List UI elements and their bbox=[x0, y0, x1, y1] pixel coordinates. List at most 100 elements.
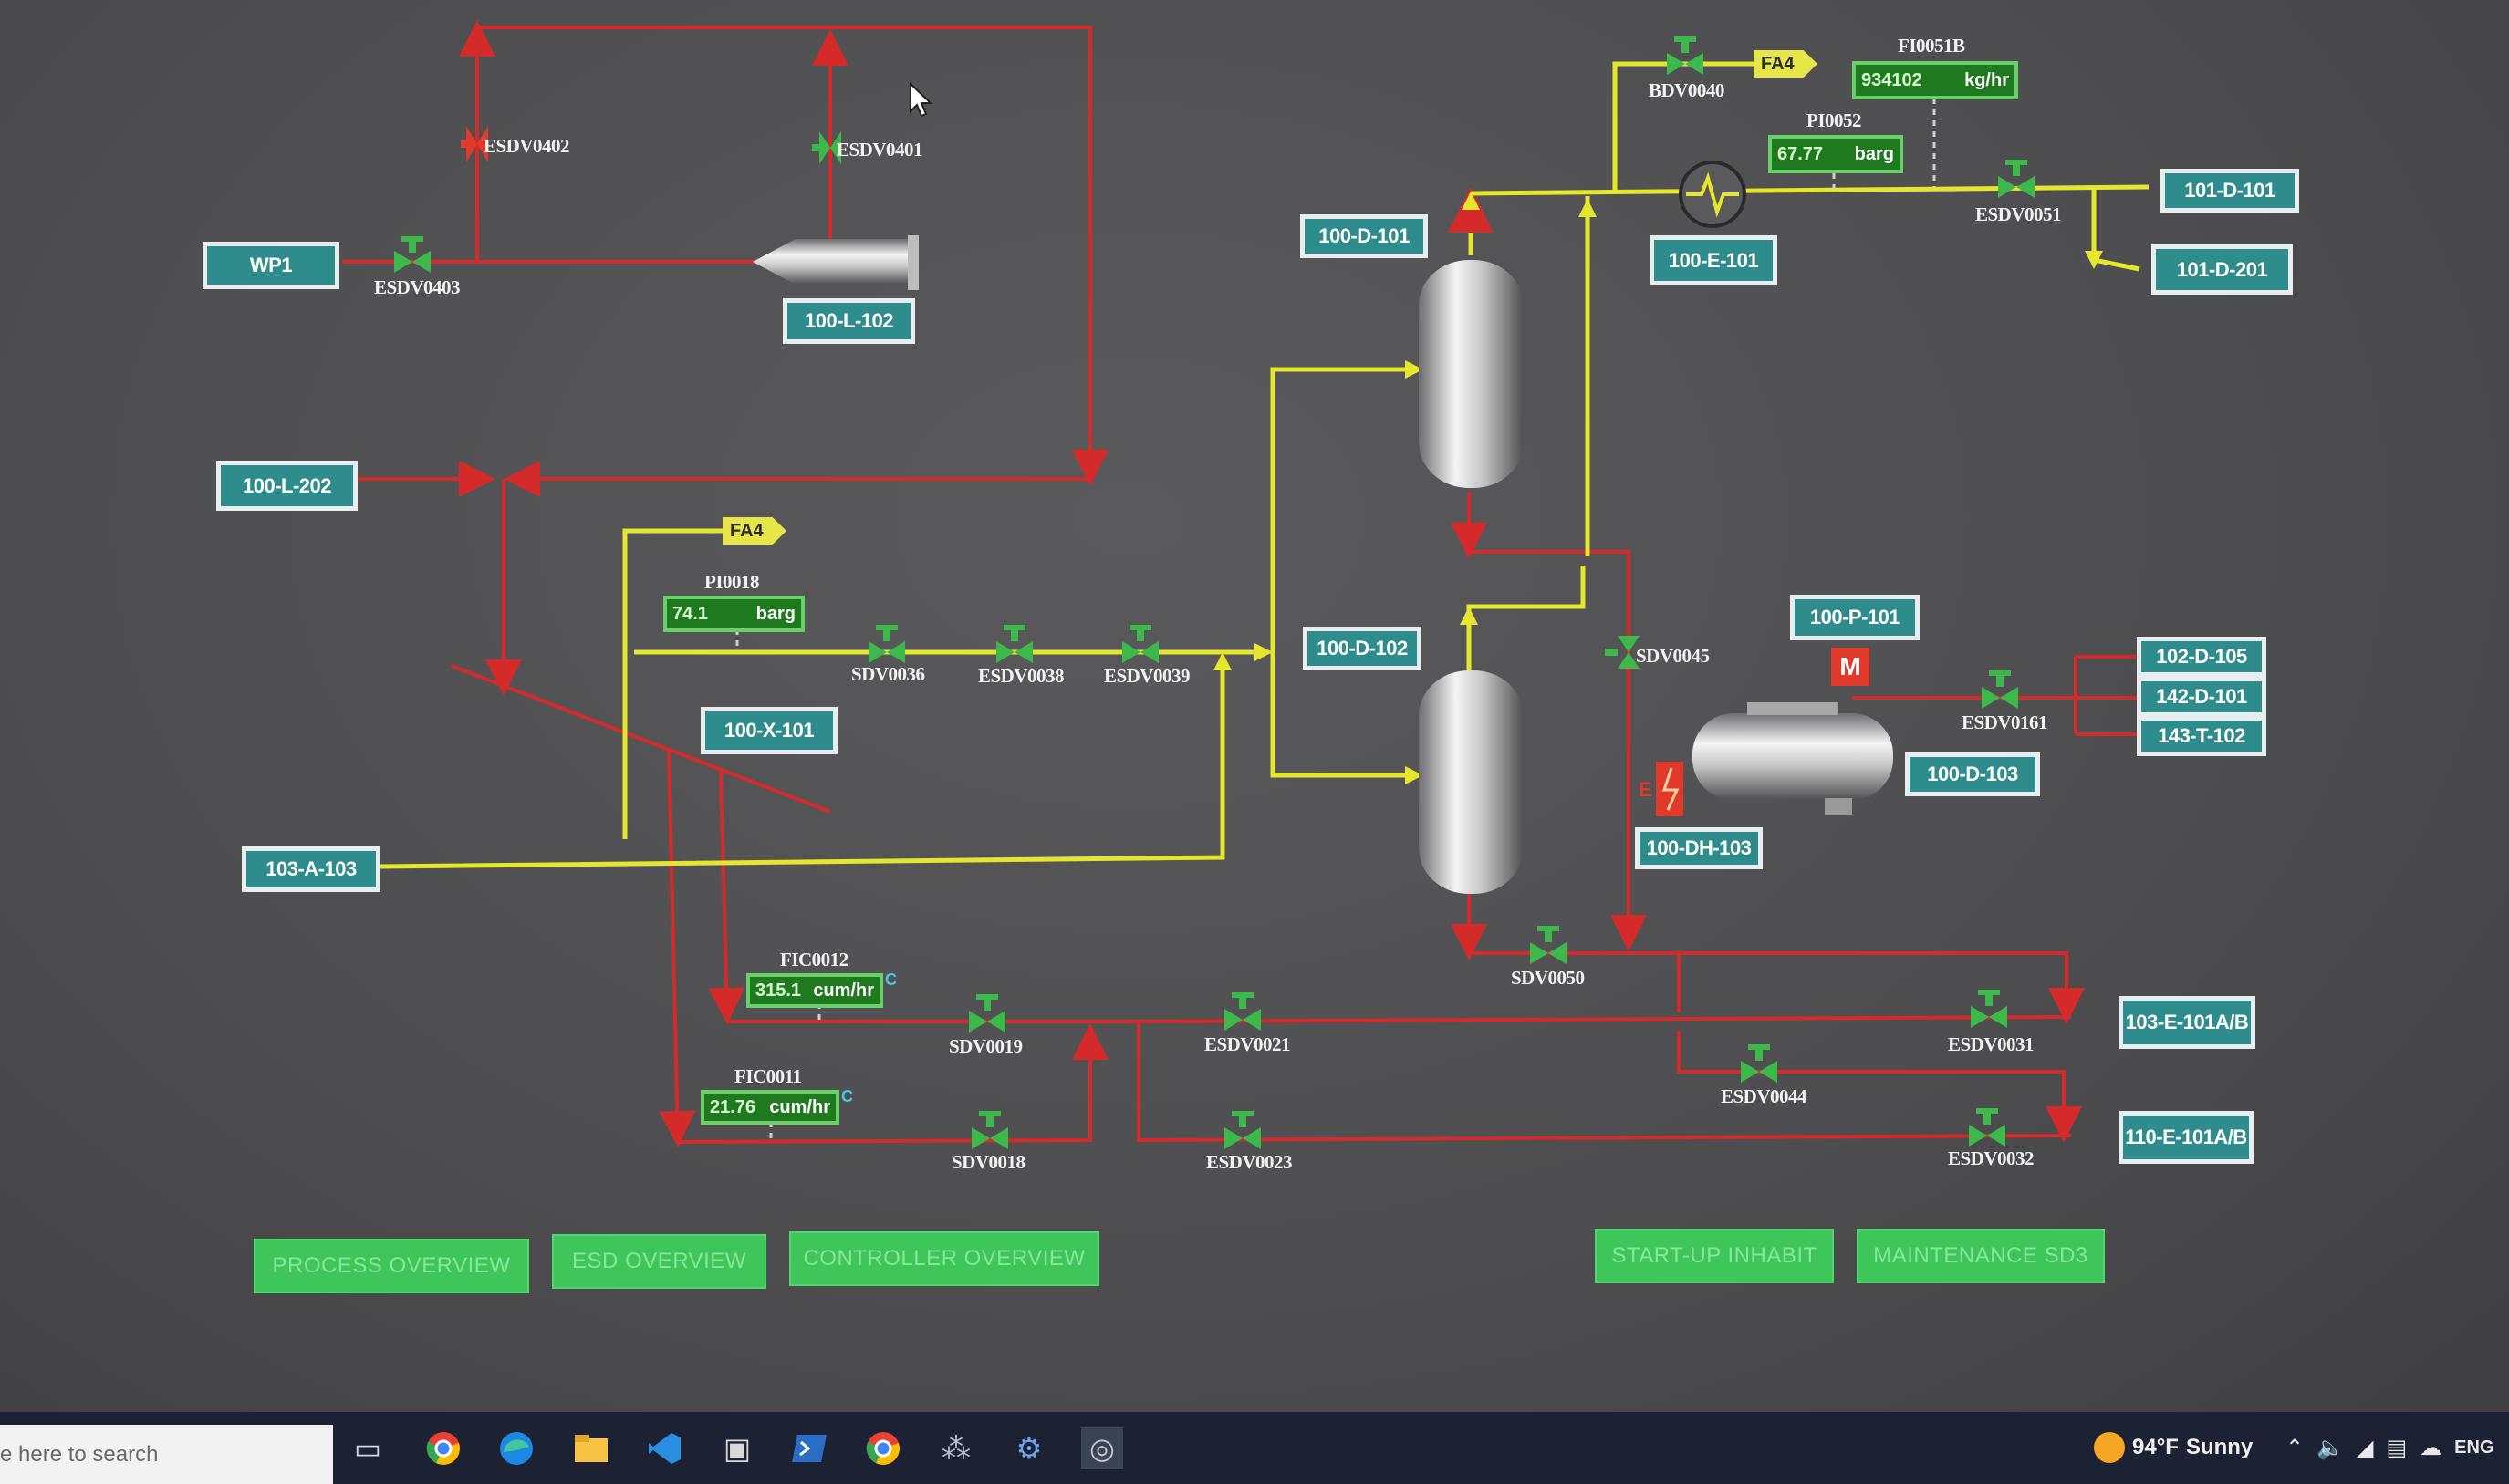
label-esdv0031: ESDV0031 bbox=[1948, 1033, 2035, 1055]
vscode-icon[interactable] bbox=[643, 1427, 685, 1469]
valve-sdv0019-icon[interactable] bbox=[969, 994, 1005, 1033]
tag-100-d-101[interactable]: 100-D-101 bbox=[1300, 214, 1428, 258]
label-esdv0161: ESDV0161 bbox=[1962, 711, 2048, 733]
value-fic0012: 315.1 bbox=[755, 980, 802, 1001]
system-tray: ⌃ 🔈 ◢ ▤ ☁ ENG bbox=[2285, 1427, 2494, 1468]
label-esdv0039: ESDV0039 bbox=[1104, 665, 1191, 687]
tag-100-l-102[interactable]: 100-L-102 bbox=[783, 298, 915, 344]
valve-esdv0032-icon[interactable] bbox=[1969, 1108, 2005, 1147]
app-icon[interactable]: ⁂ bbox=[935, 1427, 977, 1469]
edge-icon[interactable] bbox=[495, 1427, 537, 1469]
tag-wp1[interactable]: WP1 bbox=[203, 242, 339, 289]
meter-fic0011[interactable]: 21.76 cum/hr bbox=[701, 1090, 839, 1125]
nav-esd-overview-button[interactable]: ESD OVERVIEW bbox=[552, 1234, 766, 1289]
display-icon[interactable]: ▤ bbox=[2386, 1435, 2407, 1460]
chrome-icon[interactable] bbox=[422, 1427, 464, 1469]
tag-101-d-201[interactable]: 101-D-201 bbox=[2151, 244, 2293, 295]
tag-100-l-202[interactable]: 100-L-202 bbox=[216, 461, 358, 511]
valve-esdv0044-icon[interactable] bbox=[1741, 1044, 1777, 1083]
motor-icon[interactable]: M bbox=[1831, 648, 1869, 686]
weather-widget[interactable]: 94°F Sunny bbox=[2094, 1427, 2253, 1468]
label-pi0052: PI0052 bbox=[1806, 109, 1862, 131]
tag-101-d-101[interactable]: 101-D-101 bbox=[2160, 169, 2299, 213]
label-esdv0403: ESDV0403 bbox=[374, 276, 461, 298]
file-explorer-icon[interactable] bbox=[570, 1427, 612, 1469]
heater-icon[interactable] bbox=[1656, 762, 1683, 816]
taskbar-search-input[interactable]: e here to search bbox=[0, 1425, 333, 1484]
valve-esdv0031-icon[interactable] bbox=[1971, 990, 2007, 1028]
unit-fic0011: cum/hr bbox=[769, 1096, 830, 1117]
tag-100-d-102[interactable]: 100-D-102 bbox=[1303, 627, 1421, 670]
tag-100-x-101[interactable]: 100-X-101 bbox=[701, 707, 838, 754]
label-fi0051b: FI0051B bbox=[1898, 35, 1965, 57]
cloud-icon[interactable]: ☁ bbox=[2420, 1435, 2441, 1460]
tag-100-e-101[interactable]: 100-E-101 bbox=[1650, 235, 1777, 285]
nav-controller-overview-button[interactable]: CONTROLLER OVERVIEW bbox=[789, 1231, 1099, 1286]
network-icon[interactable]: ◢ bbox=[2357, 1435, 2373, 1460]
vessel-100-d-102[interactable] bbox=[1419, 670, 1524, 894]
unit-fic0012: cum/hr bbox=[813, 980, 874, 1001]
hmi-screen: WP1 100-L-102 100-L-202 100-X-101 103-A-… bbox=[0, 0, 2509, 1484]
heat-exchanger-icon[interactable] bbox=[1679, 161, 1746, 228]
task-view-icon[interactable]: ▭ bbox=[347, 1427, 389, 1469]
label-esdv0021: ESDV0021 bbox=[1204, 1033, 1291, 1055]
nav-maintenance-sd3-button[interactable]: MAINTENANCE SD3 bbox=[1857, 1229, 2105, 1283]
valve-esdv0051-icon[interactable] bbox=[1998, 160, 2035, 198]
volume-icon[interactable]: 🔈 bbox=[2316, 1435, 2344, 1460]
meter-fi0051b[interactable]: 934102 kg/hr bbox=[1852, 61, 2018, 99]
tag-102-d-105[interactable]: 102-D-105 bbox=[2137, 637, 2266, 677]
meter-fic0012[interactable]: 315.1 cum/hr bbox=[746, 973, 883, 1008]
label-fic0011: FIC0011 bbox=[734, 1065, 802, 1087]
mode-fic0011: C bbox=[841, 1087, 853, 1105]
tag-110-e-101ab[interactable]: 110-E-101A/B bbox=[2119, 1111, 2254, 1164]
chevron-up-icon[interactable]: ⌃ bbox=[2285, 1435, 2304, 1460]
powershell-icon[interactable] bbox=[789, 1427, 831, 1469]
tag-100-d-103[interactable]: 100-D-103 bbox=[1905, 752, 2040, 796]
label-sdv0045: SDV0045 bbox=[1636, 645, 1710, 667]
weather-text: Sunny bbox=[2185, 1435, 2254, 1459]
label-pi0018: PI0018 bbox=[704, 571, 760, 593]
weather-temp: 94°F bbox=[2132, 1435, 2179, 1459]
vessel-100-d-101[interactable] bbox=[1419, 260, 1524, 488]
valve-sdv0036-icon[interactable] bbox=[869, 625, 905, 663]
hot-lines bbox=[342, 20, 2139, 1147]
valve-esdv0161-icon[interactable] bbox=[1982, 670, 2018, 709]
label-esdv0023: ESDV0023 bbox=[1206, 1151, 1293, 1173]
language-indicator[interactable]: ENG bbox=[2454, 1437, 2493, 1458]
valve-bdv0040-icon[interactable] bbox=[1667, 36, 1703, 75]
unit-pi0018: barg bbox=[755, 603, 796, 624]
tag-103-a-103[interactable]: 103-A-103 bbox=[242, 846, 380, 892]
label-esdv0032: ESDV0032 bbox=[1948, 1147, 2035, 1169]
value-fic0011: 21.76 bbox=[710, 1096, 756, 1117]
tag-103-e-101ab[interactable]: 103-E-101A/B bbox=[2119, 996, 2255, 1049]
valve-esdv0021-icon[interactable] bbox=[1224, 992, 1261, 1031]
valve-sdv0050-icon[interactable] bbox=[1530, 926, 1567, 964]
vessel-100-l-102[interactable] bbox=[753, 235, 919, 290]
meter-pi0018[interactable]: 74.1 barg bbox=[663, 596, 805, 632]
label-esdv0044: ESDV0044 bbox=[1721, 1085, 1807, 1107]
valve-esdv0403-icon[interactable] bbox=[394, 236, 431, 273]
label-sdv0019: SDV0019 bbox=[949, 1035, 1023, 1057]
nav-startup-inhabit-button[interactable]: START-UP INHABIT bbox=[1595, 1229, 1834, 1283]
vessel-100-d-103[interactable] bbox=[1692, 702, 1893, 815]
value-pi0052: 67.77 bbox=[1777, 143, 1824, 164]
valve-sdv0045-icon[interactable] bbox=[1605, 636, 1640, 669]
label-esdv0401: ESDV0401 bbox=[837, 139, 923, 161]
tag-142-d-101[interactable]: 142-D-101 bbox=[2137, 677, 2266, 717]
sun-icon bbox=[2094, 1432, 2125, 1463]
tag-100-p-101[interactable]: 100-P-101 bbox=[1790, 595, 1920, 640]
label-esdv0402: ESDV0402 bbox=[484, 135, 570, 157]
valve-esdv0039-icon[interactable] bbox=[1122, 625, 1159, 663]
app-icon[interactable]: ◎ bbox=[1081, 1427, 1123, 1469]
settings-icon[interactable]: ⚙ bbox=[1008, 1427, 1050, 1469]
nav-process-overview-button[interactable]: PROCESS OVERVIEW bbox=[254, 1239, 529, 1293]
valve-sdv0018-icon[interactable] bbox=[972, 1111, 1008, 1149]
chrome-icon[interactable] bbox=[862, 1427, 904, 1469]
tag-100-dh-103[interactable]: 100-DH-103 bbox=[1635, 827, 1763, 869]
app-icon[interactable]: ▣ bbox=[716, 1427, 758, 1469]
valve-esdv0023-icon[interactable] bbox=[1224, 1111, 1261, 1149]
meter-pi0052[interactable]: 67.77 barg bbox=[1768, 135, 1903, 173]
heater-label: E bbox=[1639, 778, 1652, 801]
valve-esdv0038-icon[interactable] bbox=[996, 625, 1033, 663]
tag-143-t-102[interactable]: 143-T-102 bbox=[2137, 716, 2266, 756]
